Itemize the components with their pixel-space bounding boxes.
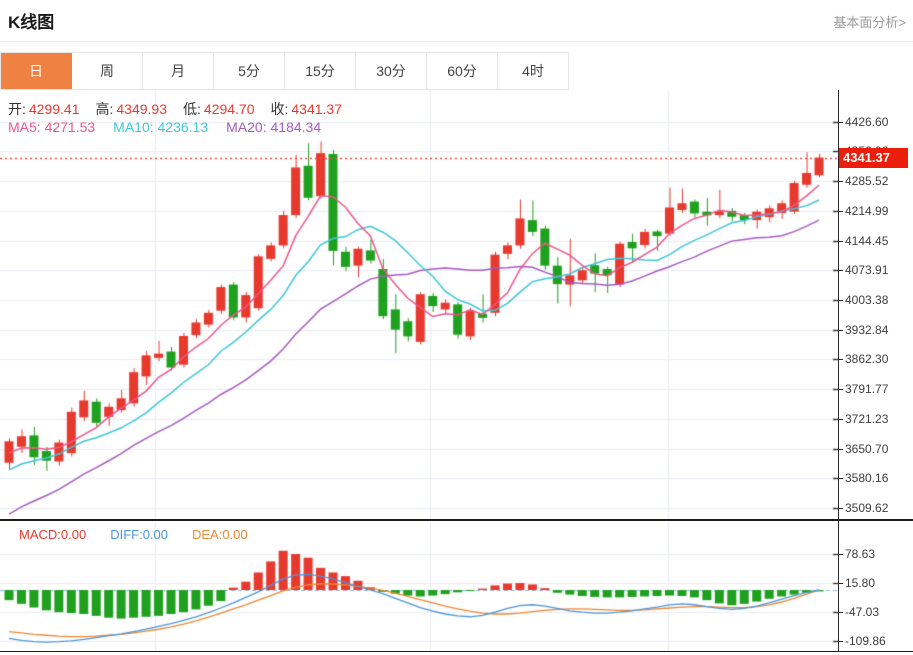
tab-week[interactable]: 周	[72, 53, 143, 89]
main-axis-tick: 4426.60	[837, 114, 889, 129]
main-axis-tick: 4144.45	[837, 233, 889, 248]
period-tabs: 日周月 5分 15分 30分 60分 4时	[0, 52, 569, 90]
tab-15min[interactable]: 15分	[285, 53, 356, 89]
main-axis-tick: 4003.38	[837, 293, 889, 307]
tab-60min[interactable]: 60分	[427, 53, 498, 89]
main-axis-tick: 3721.23	[837, 411, 889, 426]
main-axis-tick: 4214.99	[837, 203, 889, 218]
main-axis-tick: 3932.84	[837, 322, 889, 337]
page-title: K线图	[8, 13, 55, 32]
fundamental-analysis-link[interactable]: 基本面分析>	[833, 12, 906, 31]
main-axis-tick: 3509.62	[837, 501, 889, 516]
macd-axis-tick: -109.86	[838, 633, 886, 648]
main-chart-canvas[interactable]	[0, 90, 838, 520]
panel-separator	[0, 519, 913, 521]
main-axis-tick: 3650.70	[837, 441, 889, 456]
main-axis-tick: 4073.91	[837, 263, 889, 278]
tab-30min[interactable]: 30分	[356, 53, 427, 89]
price-axis-line	[838, 90, 839, 652]
main-axis-tick: 3862.30	[837, 352, 889, 367]
macd-axis-tick: 15.80	[837, 575, 876, 590]
kline-chart: 开: 4299.41 高: 4349.93 低: 4294.70 收: 4341.37 …	[0, 90, 913, 655]
widget-header: K线图 基本面分析>	[0, 0, 913, 42]
tab-5min[interactable]: 5分	[214, 53, 285, 89]
main-axis-tick: 3791.77	[837, 382, 889, 397]
last-price-tag: 4341.37	[839, 147, 908, 168]
main-axis-tick: 3580.16	[837, 471, 889, 486]
main-axis-tick: 4285.52	[837, 174, 889, 189]
tab-month[interactable]: 月	[143, 53, 214, 89]
tab-4hour[interactable]: 4时	[498, 53, 569, 89]
macd-chart-canvas[interactable]	[0, 522, 838, 652]
macd-axis-tick: -47.03	[837, 604, 880, 619]
tab-day[interactable]: 日	[1, 53, 72, 89]
chart-bottom-border	[0, 651, 913, 652]
macd-axis-tick: 78.63	[837, 546, 876, 561]
